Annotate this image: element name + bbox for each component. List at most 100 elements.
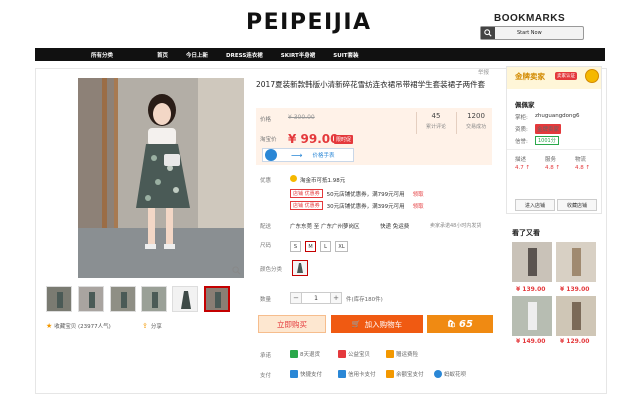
quick-pay-icon: [290, 370, 298, 378]
nav-suit[interactable]: SUIT套装: [333, 51, 358, 59]
recommend-item-image[interactable]: [556, 296, 596, 336]
thumbnail[interactable]: [172, 286, 198, 312]
nav-skirt[interactable]: SKIRT半身裙: [281, 51, 316, 59]
nav-home[interactable]: 首页: [157, 51, 168, 59]
color-label: 颜色分类: [260, 267, 283, 273]
promise-item: 公益宝贝: [338, 350, 370, 358]
recommend-item-image[interactable]: [512, 242, 552, 282]
rating-value: 4.7 ↑: [515, 165, 531, 171]
site-logo[interactable]: PEIPEIJIA: [246, 10, 372, 35]
thumbnail-selected[interactable]: [204, 286, 230, 312]
recommend-item-image[interactable]: [556, 242, 596, 282]
price-watch-button[interactable]: ⟶ 价格手表: [262, 148, 354, 162]
promo-price: ¥ 99.00: [288, 132, 339, 146]
promise-item: 赠运费险: [386, 350, 418, 358]
rating-value: 4.8 ↑: [575, 165, 591, 171]
color-option-selected[interactable]: [292, 260, 308, 276]
quantity-minus-button[interactable]: −: [290, 292, 302, 304]
credit-card-icon: [338, 370, 346, 378]
payment-item: 快捷支付: [290, 370, 322, 378]
ship-route[interactable]: 广东东莞 至 广东广州萝岗区: [290, 222, 360, 230]
size-option-m[interactable]: M: [305, 241, 316, 252]
rating-label: 描述: [515, 157, 527, 163]
coupon-button[interactable]: 🛍 65: [427, 315, 493, 333]
divider: [456, 112, 457, 134]
sales-count-label: 交易成功: [465, 124, 486, 130]
payment-item: 信用卡支付: [338, 370, 376, 378]
price-label: 价格: [260, 117, 272, 123]
buy-now-button[interactable]: 立即购买: [258, 315, 326, 333]
shop-banner: 金牌卖家 卖家认证: [507, 67, 601, 89]
shipping-label: 配送: [260, 224, 272, 230]
thumbnail[interactable]: [141, 286, 167, 312]
promise-text: 赠运费险: [396, 352, 419, 358]
recommend-title: 看了又看: [512, 229, 540, 237]
insurance-icon: [386, 350, 394, 358]
recommend-item-image[interactable]: [512, 296, 552, 336]
coupon-row: 店铺 优惠券 50元店铺优惠券，满799元可用 领取: [290, 189, 424, 198]
coupon-text: 30元店铺优惠券，满399元可用: [326, 203, 405, 210]
yuebao-icon: [386, 370, 394, 378]
report-link[interactable]: 举报: [478, 68, 489, 76]
start-now-button[interactable]: Start Now: [517, 30, 542, 36]
price-watch-label: 价格手表: [312, 153, 335, 159]
cart-icon: 🛒: [351, 320, 361, 328]
quantity-input[interactable]: 1: [302, 292, 330, 304]
original-price: ¥ 300.00: [288, 114, 315, 121]
add-to-cart-label: 加入购物车: [364, 319, 403, 329]
owner-label: 掌柜:: [515, 115, 528, 121]
medal-icon: [585, 69, 599, 83]
huabei-icon: [434, 370, 442, 378]
qualify-label: 资质:: [515, 127, 528, 133]
payment-item: 蚂蚁花呗: [434, 370, 466, 378]
seller-badge: 卖家认证: [555, 72, 577, 80]
shop-owner[interactable]: zhuguangdong6: [535, 113, 580, 119]
bag-icon: 🛍: [447, 320, 456, 328]
claim-coupon-link[interactable]: 领取: [413, 190, 424, 198]
nav-new-today[interactable]: 今日上新: [186, 51, 208, 59]
coin-icon: [290, 175, 297, 182]
review-count: 45: [431, 112, 441, 120]
main-product-image[interactable]: [78, 78, 244, 278]
share-label: 分享: [150, 324, 162, 330]
share-link[interactable]: ⇪ 分享: [142, 322, 162, 330]
charity-icon: [338, 350, 346, 358]
credit-label: 信誉:: [515, 139, 528, 145]
size-option-s[interactable]: S: [290, 241, 301, 252]
rating-value: 4.8 ↑: [545, 165, 561, 171]
favorite-label: 收藏宝贝 (23977人气): [54, 324, 111, 330]
ship-promise: 卖家承诺48小时内发货: [430, 223, 482, 229]
quantity-plus-button[interactable]: +: [330, 292, 342, 304]
favorite-shop-button[interactable]: 收藏店铺: [557, 199, 597, 211]
thumbnail[interactable]: [46, 286, 72, 312]
bookmarks-widget[interactable]: Start Now: [480, 26, 584, 40]
product-title: 2017夏装新款韩版小清新碎花雪纺连衣裙吊带裙学生套装裙子两件套: [256, 80, 486, 89]
size-option-l[interactable]: L: [320, 241, 331, 252]
thumbnail[interactable]: [78, 286, 104, 312]
search-icon: [481, 27, 495, 39]
claim-coupon-link[interactable]: 领取: [413, 202, 424, 210]
size-option-xl[interactable]: XL: [335, 241, 348, 252]
recommend-item-price: ¥ 129.00: [560, 338, 590, 345]
payment-text: 信用卡支付: [348, 372, 376, 378]
review-count-label: 累计评论: [425, 124, 446, 130]
divider: [416, 112, 417, 134]
coupon-tag: 店铺 优惠券: [290, 201, 323, 210]
shop-name[interactable]: 佩佩家: [515, 99, 535, 109]
payment-item: 余额宝支付: [386, 370, 424, 378]
nav-dress[interactable]: DRESS连衣裙: [226, 51, 263, 59]
arrow-right-icon: ⟶: [291, 150, 303, 160]
zoom-icon[interactable]: [232, 266, 241, 277]
price-box: 价格 ¥ 300.00 淘宝价 ¥ 99.00 限时促 45 累计评论 1200…: [256, 108, 492, 165]
thumbnail[interactable]: [110, 286, 136, 312]
rating-label: 物流: [575, 157, 587, 163]
add-to-cart-button[interactable]: 🛒 加入购物车: [331, 315, 423, 333]
nav-all-categories[interactable]: 所有分类: [91, 51, 113, 59]
enter-shop-button[interactable]: 进入店铺: [515, 199, 555, 211]
promise-label: 承诺: [260, 353, 272, 359]
divider: [507, 149, 601, 150]
coupon-tag: 店铺 优惠券: [290, 189, 323, 198]
coupon-label: 优惠: [260, 178, 272, 184]
return-icon: [290, 350, 298, 358]
favorite-item[interactable]: ★ 收藏宝贝 (23977人气): [46, 322, 111, 330]
